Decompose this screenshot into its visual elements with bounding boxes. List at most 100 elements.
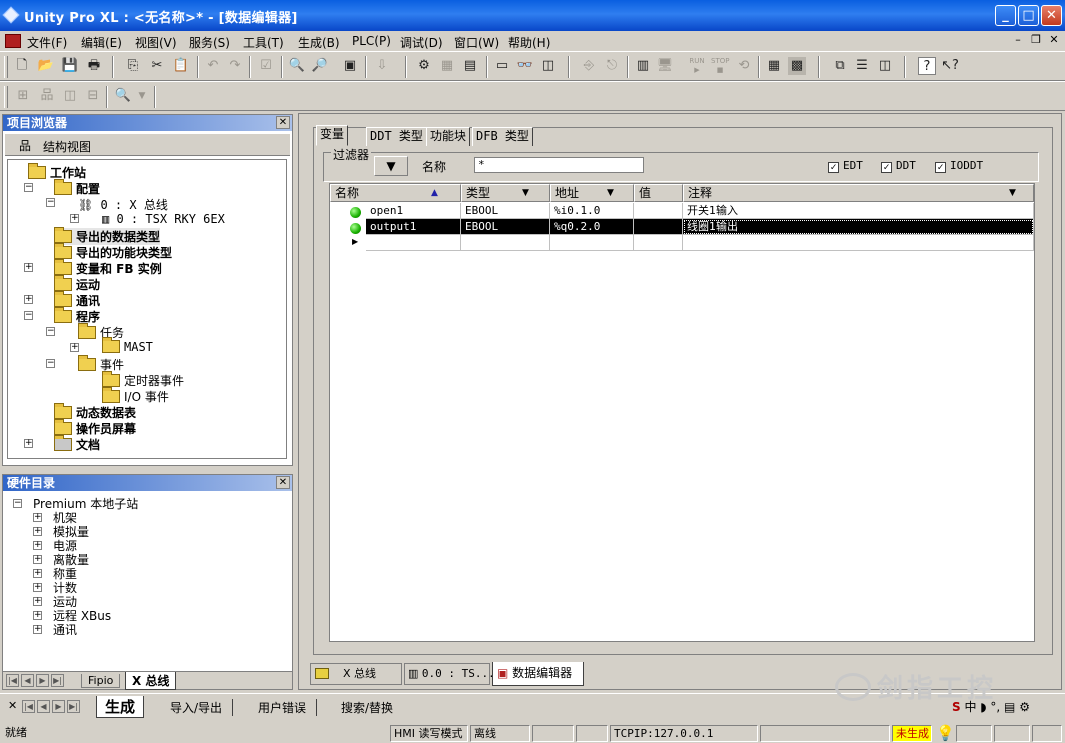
tree-documentation[interactable]: 文档 — [54, 435, 100, 453]
tree-operator-screens[interactable]: 操作员屏幕 — [54, 419, 136, 437]
first-tab-icon[interactable]: |◀ — [6, 674, 19, 687]
expand-icon[interactable]: + — [24, 295, 33, 304]
filter-icon[interactable]: ▼ — [374, 156, 408, 176]
new-row-address[interactable] — [550, 235, 634, 251]
monitor-icon[interactable]: ▣ — [341, 57, 359, 75]
tree-exported-ddt[interactable]: 导出的数据类型 — [54, 227, 161, 245]
run-button[interactable]: RUN ▶ — [688, 57, 706, 75]
save-icon[interactable]: 💾 — [61, 57, 79, 75]
output-tab-import-export[interactable]: 导入/导出 — [160, 699, 234, 716]
expand-icon[interactable]: + — [70, 214, 79, 223]
dropdown-icon[interactable]: ▼ — [1009, 185, 1016, 201]
row2-name[interactable]: output1 — [366, 219, 461, 235]
tree-io-events[interactable]: I/O 事件 — [102, 387, 169, 405]
tile-vertical-icon[interactable]: ◫ — [876, 57, 894, 75]
hw-item[interactable]: 通讯 — [53, 621, 77, 638]
column-comment[interactable]: 注释 ▼ — [683, 184, 1034, 202]
expand-icon[interactable]: + — [33, 597, 42, 606]
init-icon[interactable]: ⟲ — [735, 57, 753, 75]
hierarchy-icon[interactable]: 品 — [38, 87, 56, 105]
tab-function-blocks[interactable]: 功能块 — [426, 127, 471, 146]
print-icon[interactable]: 🖶 — [85, 57, 103, 75]
tree-rack[interactable]: ▥ 0 : TSX RKY 6EX — [102, 212, 225, 226]
find-icon[interactable]: 🔍 — [288, 57, 306, 75]
output-tab-build[interactable]: 生成 — [96, 696, 145, 718]
collapse-icon[interactable]: − — [13, 499, 22, 508]
tab-variables[interactable]: 变量 — [316, 125, 349, 146]
expand-icon[interactable]: + — [33, 513, 42, 522]
stop-button[interactable]: STOP ■ — [711, 57, 729, 75]
collapse-icon[interactable]: − — [46, 359, 55, 368]
validate-icon[interactable]: ☑ — [257, 57, 275, 75]
next-tab-icon[interactable]: ▶ — [52, 700, 65, 713]
expand-icon[interactable]: + — [24, 263, 33, 272]
column-name[interactable]: 名称 ▲ — [330, 184, 461, 202]
zoom-icon[interactable]: 🔍 — [114, 87, 132, 105]
expand-icon[interactable]: + — [33, 541, 42, 550]
tree-animation-tables[interactable]: 动态数据表 — [54, 403, 136, 421]
panel-close-icon[interactable]: ✕ — [276, 116, 290, 129]
context-help-icon[interactable]: ↖? — [941, 57, 959, 75]
new-row-type[interactable] — [461, 235, 550, 251]
menu-file[interactable]: 文件(F) — [27, 34, 67, 51]
build-changes-icon[interactable]: ▦ — [438, 57, 456, 75]
tree-variables[interactable]: 变量和 FB 实例 — [54, 259, 162, 277]
collapse-icon[interactable]: − — [46, 327, 55, 336]
split-vertical-icon[interactable]: ◫ — [61, 87, 79, 105]
menu-help[interactable]: 帮助(H) — [508, 34, 550, 51]
tab-ddt-types[interactable]: DDT 类型 — [366, 127, 427, 146]
split-horizontal-icon[interactable]: ⊟ — [84, 87, 102, 105]
expand-icon[interactable]: + — [33, 625, 42, 634]
replace-icon[interactable]: 🔎 — [311, 57, 329, 75]
tile-horizontal-icon[interactable]: ☰ — [853, 57, 871, 75]
tree-config[interactable]: 配置 — [54, 179, 100, 197]
menu-services[interactable]: 服务(S) — [189, 34, 230, 51]
column-value[interactable]: 值 — [634, 184, 683, 202]
row2-address[interactable]: %q0.2.0 — [550, 219, 634, 235]
row2-comment[interactable]: 线圈1输出 — [683, 219, 1034, 235]
expand-icon[interactable]: + — [33, 611, 42, 620]
minimize-button[interactable]: _ — [995, 5, 1016, 26]
connect-icon[interactable]: ⎆ — [580, 57, 598, 75]
tree-tasks[interactable]: 任务 — [78, 323, 124, 341]
row1-address[interactable]: %i0.1.0 — [550, 203, 634, 219]
dropdown-icon[interactable]: ▼ — [607, 185, 614, 201]
expand-icon[interactable]: + — [33, 569, 42, 578]
next-tab-icon[interactable]: ▶ — [36, 674, 49, 687]
tab-dfb-types[interactable]: DFB 类型 — [472, 127, 533, 146]
output-close-icon[interactable]: ✕ — [8, 699, 17, 712]
copy-icon[interactable]: ⎘ — [124, 57, 142, 75]
menu-plc[interactable]: PLC(P) — [352, 34, 391, 48]
expand-icon[interactable]: + — [33, 583, 42, 592]
column-address[interactable]: 地址 ▼ — [550, 184, 634, 202]
tree-exported-dfb[interactable]: 导出的功能块类型 — [54, 243, 172, 261]
prev-tab-icon[interactable]: ◀ — [37, 700, 50, 713]
close-button[interactable]: ✕ — [1041, 5, 1062, 26]
menu-view[interactable]: 视图(V) — [135, 34, 177, 51]
tree-events[interactable]: 事件 — [78, 355, 124, 373]
panel-close-icon[interactable]: ✕ — [276, 476, 290, 489]
tab-x-bus[interactable]: X 总线 — [125, 672, 177, 690]
menu-tools[interactable]: 工具(T) — [243, 34, 284, 51]
zoom-dropdown-icon[interactable]: ▼ — [133, 87, 151, 105]
edt-checkbox[interactable]: ✓ EDT — [828, 159, 863, 173]
help-icon[interactable]: ? — [918, 57, 936, 75]
new-row-value[interactable] — [634, 235, 683, 251]
first-tab-icon[interactable]: |◀ — [22, 700, 35, 713]
mdi-restore-icon[interactable]: ❐ — [1029, 33, 1043, 46]
menu-debug[interactable]: 调试(D) — [400, 34, 443, 51]
screen-icon[interactable]: ▩ — [788, 57, 806, 75]
transfer-icon[interactable]: ⇩ — [373, 57, 391, 75]
ddt-checkbox[interactable]: ✓ DDT — [881, 159, 916, 173]
tree-program[interactable]: 程序 — [54, 307, 100, 325]
tab-fipio[interactable]: Fipio — [81, 674, 121, 688]
rebuild-all-icon[interactable]: ▤ — [461, 57, 479, 75]
document-icon[interactable] — [5, 34, 21, 48]
new-row-comment[interactable] — [683, 235, 1034, 251]
row1-comment[interactable]: 开关1输入 — [683, 203, 1034, 219]
collapse-icon[interactable]: − — [24, 311, 33, 320]
plc-icon[interactable]: 🖥 — [656, 57, 674, 75]
variables-icon[interactable]: ▭ — [493, 57, 511, 75]
row1-type[interactable]: EBOOL — [461, 203, 550, 219]
hw-root[interactable]: Premium 本地子站 — [33, 495, 138, 512]
